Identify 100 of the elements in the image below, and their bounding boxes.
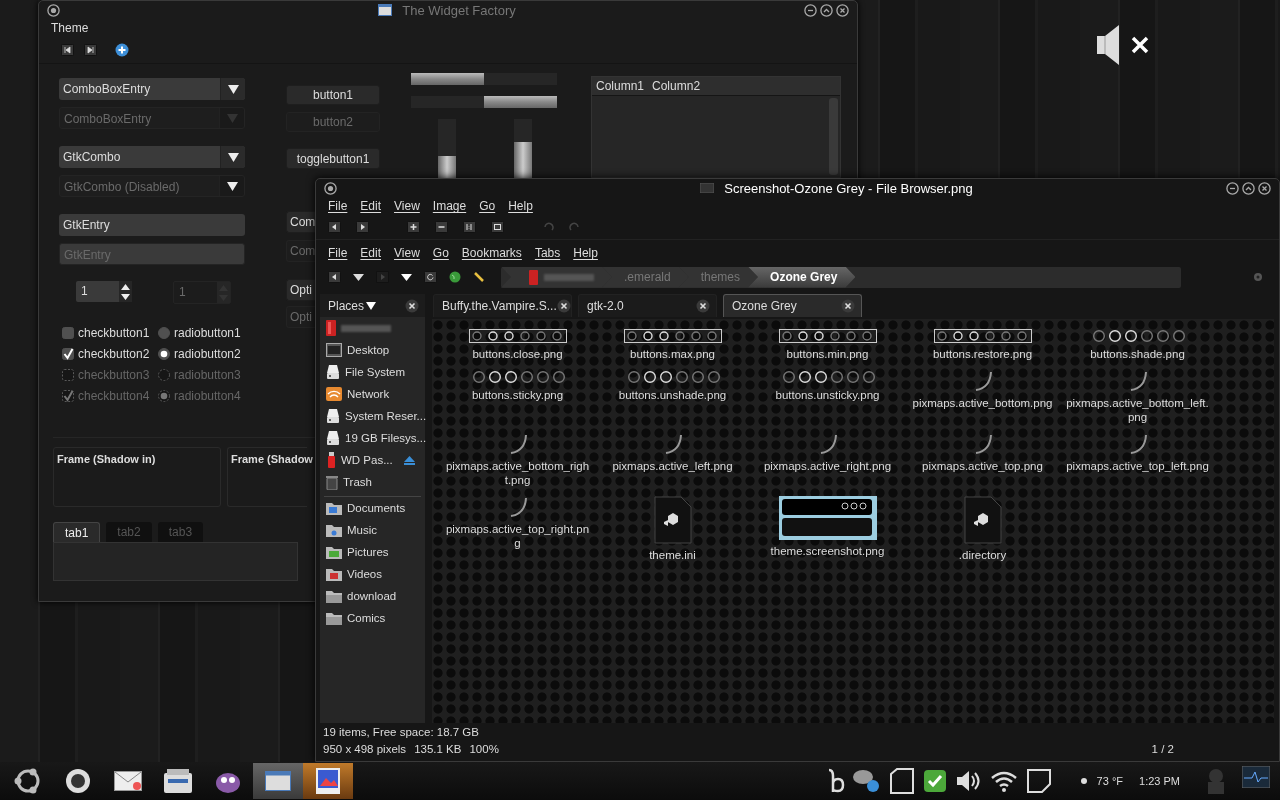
minimize-button[interactable] xyxy=(804,3,817,17)
menu-item[interactable]: Help xyxy=(508,199,533,213)
menu-item[interactable]: Tabs xyxy=(534,246,561,260)
last-button[interactable] xyxy=(84,44,97,56)
close-tab-button[interactable] xyxy=(841,299,855,313)
window-menu-icon[interactable] xyxy=(47,3,60,17)
sidebar-item[interactable]: Music xyxy=(320,519,425,541)
dropdown-caret-icon[interactable] xyxy=(366,301,377,310)
clock-text[interactable]: 1:23 PM xyxy=(1139,775,1180,787)
sidebar-item[interactable]: WD Pas... xyxy=(320,449,425,471)
combo-box[interactable]: ComboBoxEntry xyxy=(59,78,245,100)
column-header[interactable]: Column1 xyxy=(596,79,645,93)
chat-icon[interactable] xyxy=(852,768,881,794)
file-name[interactable]: theme.ini xyxy=(649,548,696,562)
path-segment[interactable]: Ozone Grey xyxy=(748,266,856,288)
menu-item[interactable]: View xyxy=(394,246,420,260)
fit-window-button[interactable] xyxy=(491,221,504,233)
file-name[interactable]: theme.screenshot.png xyxy=(770,544,885,558)
settings-icon[interactable] xyxy=(1253,272,1263,282)
weather-text[interactable]: 73 °F xyxy=(1096,775,1124,787)
back-button[interactable] xyxy=(328,221,341,233)
close-tab-button[interactable] xyxy=(696,299,710,313)
sidebar-item[interactable]: Network xyxy=(320,383,425,405)
sidebar-item[interactable]: download xyxy=(320,585,425,607)
button[interactable]: button1 xyxy=(286,85,380,105)
sidebar-item[interactable]: System Reser... xyxy=(320,405,425,427)
close-tab-button[interactable] xyxy=(556,299,571,313)
menu-item[interactable]: Theme xyxy=(51,21,89,35)
close-button[interactable] xyxy=(1258,181,1271,195)
add-button[interactable] xyxy=(115,43,129,57)
file-name[interactable]: buttons.unshade.png xyxy=(618,388,727,402)
path-segment[interactable] xyxy=(501,266,612,288)
file-name[interactable]: pixmaps.active_left.png xyxy=(612,459,733,473)
sidebar-item[interactable]: Trash xyxy=(320,471,425,493)
file-name[interactable]: pixmaps.active_bottom_right.png xyxy=(445,459,590,487)
reload-button[interactable] xyxy=(424,271,437,283)
globe-button[interactable] xyxy=(449,271,461,283)
slider-thumb[interactable] xyxy=(411,73,484,85)
button[interactable]: Opti xyxy=(286,279,316,301)
file-name[interactable]: buttons.min.png xyxy=(786,347,869,361)
tab[interactable]: tab1 xyxy=(53,522,101,542)
slider-thumb[interactable] xyxy=(484,96,557,108)
back-button[interactable] xyxy=(328,271,341,283)
checkbox[interactable] xyxy=(62,347,74,360)
sidebar-item[interactable]: Documents xyxy=(320,497,425,519)
menu-item[interactable]: Go xyxy=(432,246,449,260)
file-name[interactable]: buttons.restore.png xyxy=(932,347,1033,361)
menu-item[interactable]: Go xyxy=(479,199,496,213)
taskbar-launcher[interactable] xyxy=(253,763,303,799)
system-monitor-icon[interactable] xyxy=(1242,766,1270,788)
dropdown-caret-icon[interactable] xyxy=(401,273,412,281)
actual-size-button[interactable] xyxy=(463,221,476,233)
menu-item[interactable]: File xyxy=(328,246,348,260)
file-name[interactable]: pixmaps.active_top.png xyxy=(922,459,1043,473)
window-menu-icon[interactable] xyxy=(324,181,337,195)
sidebar-item[interactable]: 19 GB Filesys... xyxy=(320,427,425,449)
file-name[interactable]: pixmaps.active_right.png xyxy=(763,459,892,473)
spin-button[interactable]: 1 xyxy=(76,281,132,302)
sidebar-item[interactable]: Desktop xyxy=(320,339,425,361)
first-button[interactable] xyxy=(61,44,74,56)
file-name[interactable]: pixmaps.active_bottom_left.png xyxy=(1065,396,1210,424)
menu-item[interactable]: File xyxy=(328,199,348,213)
sticky-note-icon[interactable] xyxy=(1026,769,1051,793)
sidebar-item[interactable]: Pictures xyxy=(320,541,425,563)
menu-item[interactable]: Edit xyxy=(360,199,382,213)
close-button[interactable] xyxy=(836,3,849,17)
file-name[interactable]: buttons.max.png xyxy=(630,347,715,361)
menu-item[interactable]: Bookmarks xyxy=(461,246,522,260)
tab[interactable]: gtk-2.0 xyxy=(578,294,717,317)
menu-item[interactable]: Help xyxy=(573,246,598,260)
sidebar-item[interactable]: Comics xyxy=(320,607,425,629)
scrollbar[interactable] xyxy=(829,98,838,175)
dropdown-caret-icon[interactable] xyxy=(353,273,364,281)
file-name[interactable]: .directory xyxy=(958,548,1007,562)
sidebar-item[interactable]: Videos xyxy=(320,563,425,585)
note-icon[interactable] xyxy=(888,768,915,794)
menu-item[interactable]: Edit xyxy=(360,246,382,260)
zoom-out-button[interactable] xyxy=(435,221,448,233)
maximize-button[interactable] xyxy=(820,3,833,17)
checkbox[interactable] xyxy=(62,326,74,339)
pencil-button[interactable] xyxy=(473,271,485,283)
forward-button[interactable] xyxy=(356,221,369,233)
tab[interactable]: Ozone Grey xyxy=(723,294,862,317)
file-name[interactable]: buttons.unsticky.png xyxy=(775,388,880,402)
taskbar-launcher[interactable] xyxy=(303,763,353,799)
tab[interactable]: Buffy.the.Vampire.S... xyxy=(433,294,572,317)
file-name[interactable]: pixmaps.active_top_right.png xyxy=(445,522,590,550)
file-name[interactable]: buttons.close.png xyxy=(472,347,563,361)
file-name[interactable]: pixmaps.active_top_left.png xyxy=(1066,459,1209,473)
radio-button[interactable] xyxy=(158,347,170,360)
menu-item[interactable]: Image xyxy=(432,199,467,213)
close-button[interactable] xyxy=(405,298,419,313)
menu-item[interactable]: View xyxy=(394,199,420,213)
combo-box[interactable]: GtkCombo xyxy=(59,146,245,168)
file-name[interactable]: buttons.sticky.png xyxy=(471,388,564,402)
slider-track[interactable] xyxy=(411,73,557,85)
slider-track[interactable] xyxy=(438,119,456,179)
file-name[interactable]: buttons.shade.png xyxy=(1090,347,1185,361)
slider-track[interactable] xyxy=(411,96,557,108)
maximize-button[interactable] xyxy=(1242,181,1255,195)
